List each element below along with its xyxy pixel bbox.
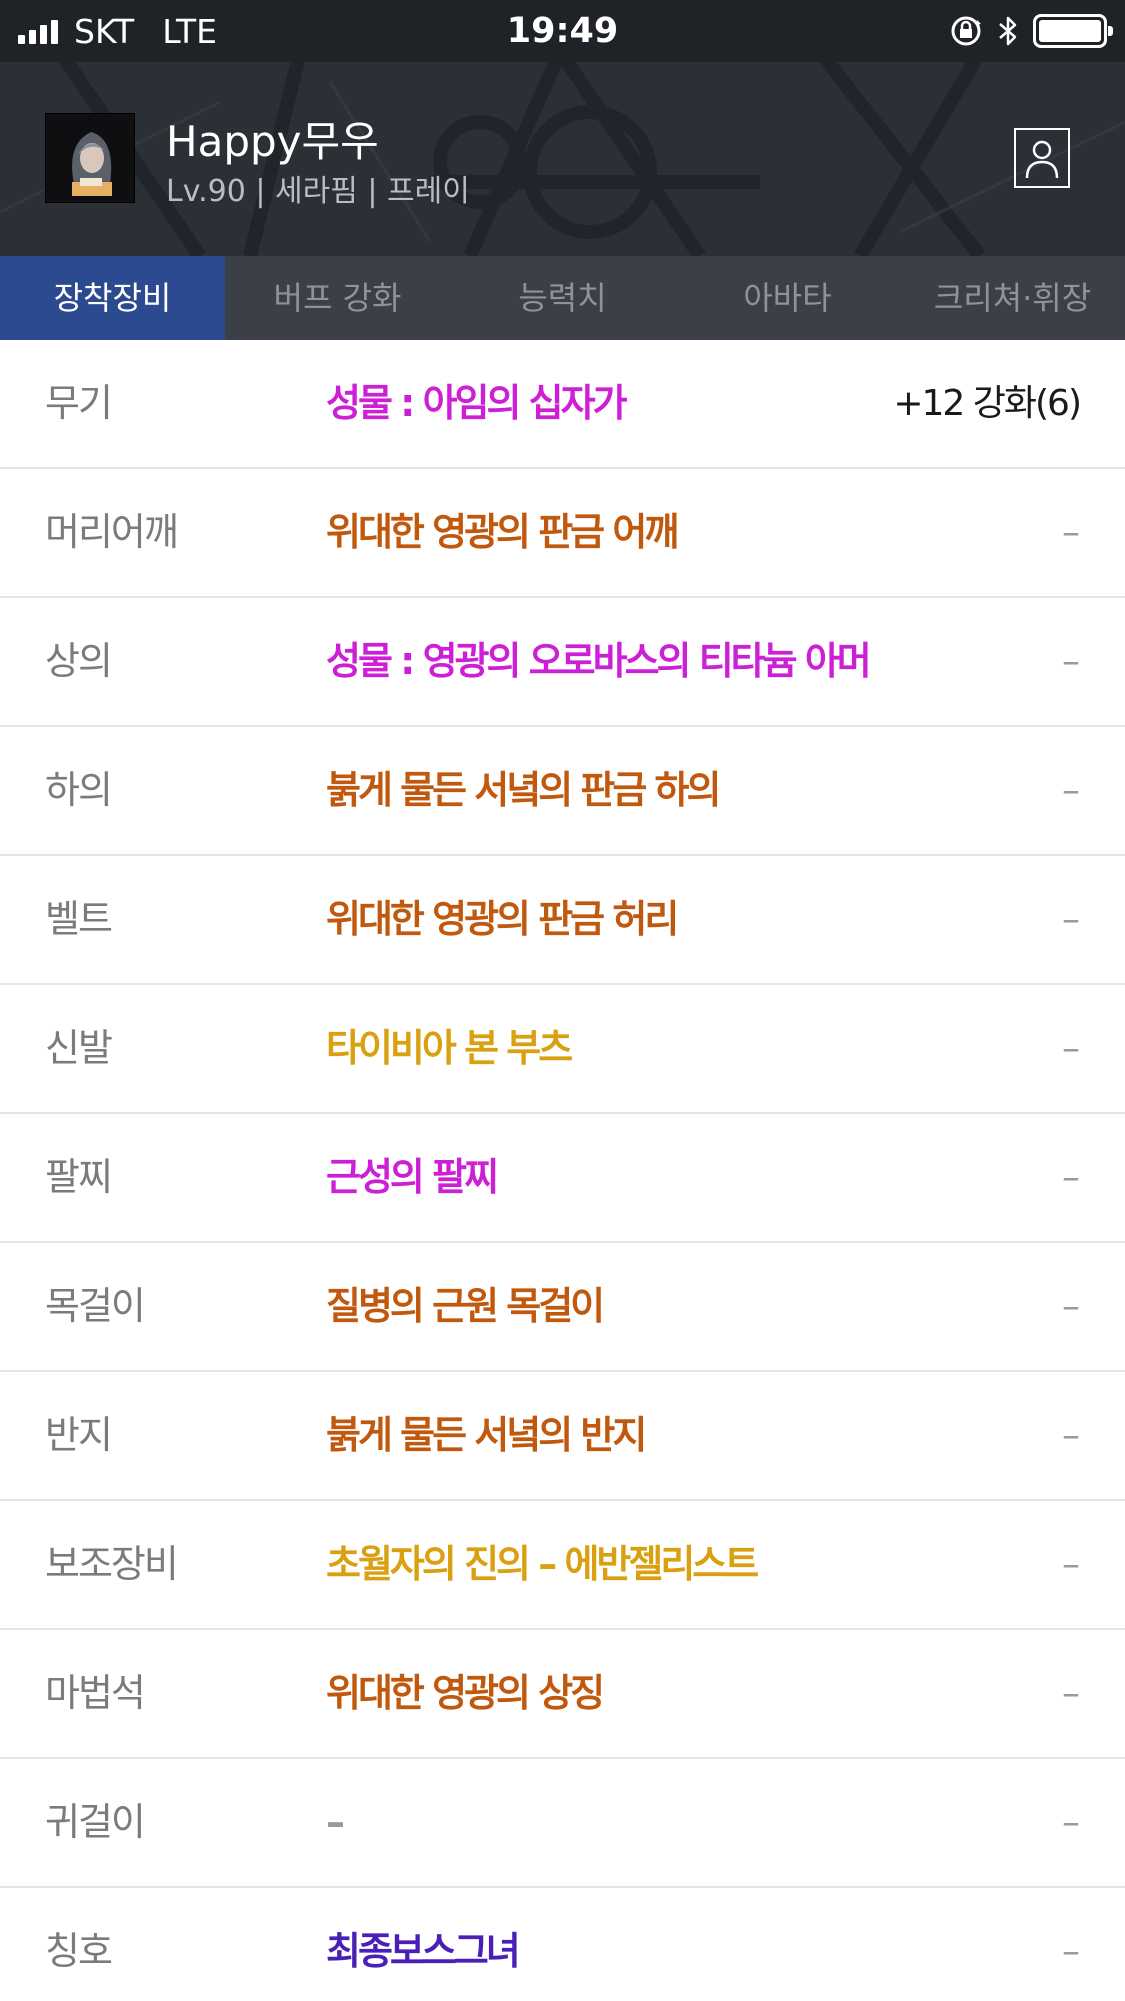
item-name: 위대한 영광의 판금 어깨 [326,510,679,554]
item-name: 성물 : 아임의 십자가 [326,381,628,425]
equipment-row-magicstone[interactable]: 마법석 위대한 영광의 상징 – [0,1630,1125,1759]
equipment-row-weapon[interactable]: 무기 성물 : 아임의 십자가 +12 강화(6) [0,340,1125,469]
equipment-row-title[interactable]: 칭호 최종보스그녀 – [0,1888,1125,2001]
equipment-row-shoulder[interactable]: 머리어깨 위대한 영광의 판금 어깨 – [0,469,1125,598]
slot-label: 상의 [45,639,113,683]
enhance-level: – [1062,1286,1080,1327]
rotation-lock-icon [951,16,981,46]
slot-label: 마법석 [45,1671,146,1715]
item-name: 붉게 물든 서녘의 반지 [326,1413,647,1457]
slot-label: 보조장비 [45,1542,179,1586]
item-name: 초월자의 진의 – 에반젤리스트 [326,1542,759,1586]
slot-label: 머리어깨 [45,510,179,554]
enhance-level: – [1062,1415,1080,1456]
battery-icon [1033,14,1113,48]
character-header: Happy무우 Lv.90 | 세라핌 | 프레이 [0,62,1125,256]
item-name: 타이비아 본 부츠 [326,1026,573,1070]
user-card-icon [1025,140,1059,179]
slot-label: 무기 [45,381,113,425]
equipment-row-necklace[interactable]: 목걸이 질병의 근원 목걸이 – [0,1243,1125,1372]
item-name: 붉게 물든 서녘의 판금 하의 [326,768,721,812]
tab-stats[interactable]: 능력치 [450,256,675,340]
equipment-row-earring[interactable]: 귀걸이 – – [0,1759,1125,1888]
equipment-row-top[interactable]: 상의 성물 : 영광의 오로바스의 티타늄 아머 – [0,598,1125,727]
equipment-row-belt[interactable]: 벨트 위대한 영광의 판금 허리 – [0,856,1125,985]
enhance-level: – [1062,1544,1080,1585]
enhance-level: – [1062,1673,1080,1714]
enhance-level: – [1062,770,1080,811]
tab-avatar[interactable]: 아바타 [675,256,900,340]
slot-label: 칭호 [45,1929,113,1973]
enhance-level: – [1062,1802,1080,1843]
status-bar: SKT LTE 19:49 [0,0,1125,62]
tab-equipment[interactable]: 장착장비 [0,256,225,340]
item-name: 최종보스그녀 [326,1929,521,1973]
tab-bar: 장착장비 버프 강화 능력치 아바타 크리쳐·휘장 [0,256,1125,340]
equipment-row-bracelet[interactable]: 팔찌 근성의 팔찌 – [0,1114,1125,1243]
equipment-list: 무기 성물 : 아임의 십자가 +12 강화(6) 머리어깨 위대한 영광의 판… [0,340,1125,2001]
enhance-level: – [1062,1028,1080,1069]
tab-buff-enhance[interactable]: 버프 강화 [225,256,450,340]
profile-card-button[interactable] [1014,128,1070,188]
enhance-level: – [1062,641,1080,682]
equipment-row-subequip[interactable]: 보조장비 초월자의 진의 – 에반젤리스트 – [0,1501,1125,1630]
slot-label: 하의 [45,768,113,812]
character-avatar [45,113,135,203]
slot-label: 신발 [45,1026,113,1070]
slot-label: 팔찌 [45,1155,113,1199]
slot-label: 반지 [45,1413,113,1457]
character-name: Happy무우 [166,117,379,166]
status-right [949,0,1113,62]
item-name: 위대한 영광의 상징 [326,1671,605,1715]
slot-label: 벨트 [45,897,113,941]
enhance-level: – [1062,1157,1080,1198]
item-name: 질병의 근원 목걸이 [326,1284,605,1328]
item-name: 근성의 팔찌 [326,1155,499,1199]
equipment-row-bottom[interactable]: 하의 붉게 물든 서녘의 판금 하의 – [0,727,1125,856]
tab-creature-emblem[interactable]: 크리쳐·휘장 [900,256,1125,340]
enhance-level: – [1062,899,1080,940]
bluetooth-icon [999,16,1017,46]
equipment-row-ring[interactable]: 반지 붉게 물든 서녘의 반지 – [0,1372,1125,1501]
equipment-row-shoes[interactable]: 신발 타이비아 본 부츠 – [0,985,1125,1114]
enhance-level: – [1062,512,1080,553]
item-name: 위대한 영광의 판금 허리 [326,897,679,941]
item-name: 성물 : 영광의 오로바스의 티타늄 아머 [326,639,872,683]
enhance-level: – [1062,1931,1080,1972]
slot-label: 목걸이 [45,1284,146,1328]
slot-label: 귀걸이 [45,1800,146,1844]
item-name: – [326,1800,345,1844]
enhance-level: +12 강화(6) [893,383,1082,424]
character-info: Lv.90 | 세라핌 | 프레이 [166,174,470,209]
